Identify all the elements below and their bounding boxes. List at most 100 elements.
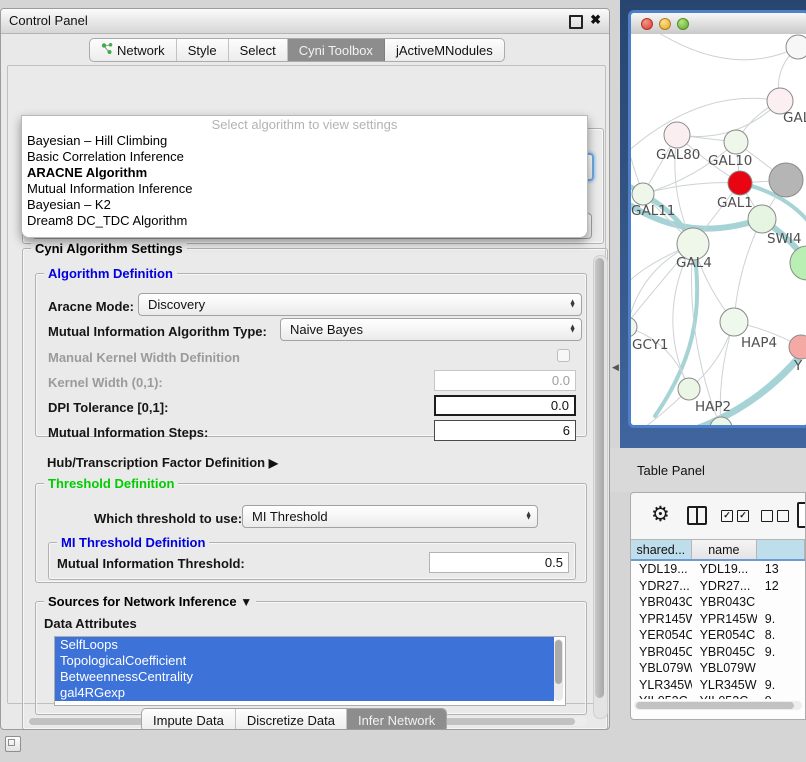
combo-arrows-icon: ▲▼ — [569, 300, 576, 309]
network-node-hap2[interactable] — [678, 378, 700, 400]
mi-steps-field[interactable]: 6 — [434, 420, 576, 441]
column-header[interactable] — [757, 540, 805, 559]
network-edge[interactable] — [677, 101, 780, 136]
network-node-y[interactable] — [789, 335, 806, 359]
dropdown-item[interactable]: ARACNE Algorithm — [22, 165, 587, 181]
dpi-tolerance-field[interactable]: 0.0 — [434, 395, 576, 416]
float-window-icon[interactable] — [569, 15, 583, 29]
aracne-mode-combo[interactable]: Discovery ▲▼ — [138, 293, 582, 316]
network-view-window[interactable]: GALGAL80GAL10GAL1GAL11SWI4GAL4GCY1HAP4YH… — [628, 10, 806, 428]
table-row[interactable]: YDR27...YDR27...12 — [631, 578, 805, 595]
table-cell — [757, 594, 805, 611]
network-window-titlebar[interactable] — [631, 13, 806, 35]
column-header[interactable]: name — [692, 540, 757, 559]
checked-box-icon[interactable]: ✓ — [737, 510, 749, 522]
network-edge[interactable] — [651, 34, 798, 60]
bottom-tab-label: Impute Data — [153, 713, 224, 728]
table-cell: YBR043C — [631, 594, 692, 611]
tab-jactivemnodules[interactable]: jActiveMNodules — [385, 39, 504, 61]
table-row[interactable]: YBL079WYBL079W — [631, 660, 805, 677]
tab-cyni-toolbox[interactable]: Cyni Toolbox — [288, 39, 385, 61]
network-edge[interactable] — [631, 98, 780, 154]
dropdown-item[interactable]: Mutual Information Inference — [22, 181, 587, 197]
attribute-list-item[interactable]: SelfLoops — [55, 637, 554, 653]
table-row[interactable]: YLR345WYLR345W9. — [631, 677, 805, 694]
table-cell: YLR345W — [692, 677, 757, 694]
mi-type-combo[interactable]: Naive Bayes ▲▼ — [280, 318, 582, 341]
checked-box-icon[interactable]: ✓ — [721, 510, 733, 522]
network-edge[interactable] — [643, 183, 740, 194]
dropdown-item[interactable]: Bayesian – K2 — [22, 197, 587, 213]
dropdown-item[interactable]: Dream8 DC_TDC Algorithm — [22, 213, 587, 229]
tab-select[interactable]: Select — [229, 39, 288, 61]
settings-group-title: Cyni Algorithm Settings — [31, 241, 187, 256]
network-node-gal11[interactable] — [632, 183, 654, 205]
node-label: GAL1 — [717, 195, 753, 211]
network-node-gal10[interactable] — [724, 130, 748, 154]
gear-icon[interactable]: ⚙ — [651, 505, 670, 525]
network-edge[interactable] — [734, 219, 762, 322]
which-threshold-combo[interactable]: MI Threshold ▲▼ — [242, 505, 538, 528]
network-node-gal1[interactable] — [728, 171, 752, 195]
dpi-tolerance-label: DPI Tolerance [0,1]: — [48, 400, 168, 415]
mi-threshold-group: MI Threshold Definition Mutual Informati… — [48, 542, 576, 580]
network-node-gal80[interactable] — [664, 122, 690, 148]
hub-section-toggle[interactable]: Hub/Transcription Factor Definition ▶ — [47, 455, 278, 470]
bottom-tab-impute-data[interactable]: Impute Data — [142, 709, 236, 730]
zoom-traffic-light-icon[interactable] — [677, 18, 689, 30]
network-node[interactable] — [786, 35, 806, 59]
algorithm-definition-title: Algorithm Definition — [44, 266, 177, 281]
network-node-hap4[interactable] — [720, 308, 748, 336]
table-horizontal-scrollbar[interactable] — [634, 701, 802, 710]
table-row[interactable]: YER054CYER054C8. — [631, 627, 805, 644]
dropdown-item[interactable]: Basic Correlation Inference — [22, 149, 587, 165]
table-cell: YBL079W — [631, 660, 692, 677]
data-attributes-label: Data Attributes — [44, 616, 137, 631]
table-row[interactable]: YPR145WYPR145W9. — [631, 611, 805, 628]
columns-icon[interactable] — [687, 506, 707, 525]
close-traffic-light-icon[interactable] — [641, 18, 653, 30]
attribute-list-item[interactable]: TopologicalCoefficient — [55, 653, 554, 669]
attribute-list-item[interactable]: gal4RGexp — [55, 685, 554, 701]
minimize-traffic-light-icon[interactable] — [659, 18, 671, 30]
sources-group: Sources for Network Inference ▼ Data Att… — [35, 601, 587, 715]
unchecked-box-icon[interactable] — [777, 510, 789, 522]
control-panel-titlebar[interactable]: Control Panel ✖ — [1, 9, 609, 34]
list-scrollbar[interactable] — [554, 639, 563, 701]
data-attributes-list[interactable]: SelfLoopsTopologicalCoefficientBetweenne… — [54, 636, 566, 706]
unchecked-box-icon[interactable] — [761, 510, 773, 522]
column-header[interactable]: shared... — [631, 540, 692, 559]
restore-panel-icon[interactable] — [5, 736, 21, 752]
kernel-width-field[interactable]: 0.0 — [434, 370, 576, 391]
settings-vertical-scrollbar[interactable] — [593, 255, 608, 719]
tab-label: Network — [117, 43, 165, 58]
split-collapse-icon[interactable]: ◀ — [612, 362, 619, 373]
table-row[interactable]: YIL052CYIL052C9. — [631, 693, 805, 699]
attribute-list-item[interactable]: BetweennessCentrality — [55, 669, 554, 685]
network-canvas[interactable]: GALGAL80GAL10GAL1GAL11SWI4GAL4GCY1HAP4YH… — [631, 34, 806, 425]
sources-group-title[interactable]: Sources for Network Inference ▼ — [44, 594, 256, 609]
mi-threshold-field[interactable]: 0.5 — [429, 552, 569, 573]
table-row[interactable]: YBR043CYBR043C — [631, 594, 805, 611]
bottom-tab-label: Discretize Data — [247, 713, 335, 728]
close-icon[interactable]: ✖ — [590, 12, 601, 28]
network-icon — [101, 42, 113, 58]
document-icon[interactable] — [797, 502, 806, 528]
kernel-width-label: Kernel Width (0,1): — [48, 375, 163, 390]
table-cell: YIL052C — [692, 693, 757, 699]
expanded-arrow-icon: ▼ — [240, 595, 252, 609]
manual-kernel-checkbox[interactable] — [557, 349, 570, 362]
network-node-gcy1[interactable] — [631, 317, 637, 337]
bottom-tab-bar: Impute Data Discretize Data Infer Network — [141, 708, 447, 730]
tab-style[interactable]: Style — [177, 39, 229, 61]
tab-network[interactable]: Network — [90, 39, 177, 61]
dropdown-item[interactable]: Bayesian – Hill Climbing — [22, 133, 587, 149]
network-node-swi4[interactable] — [748, 205, 776, 233]
network-node[interactable] — [769, 163, 803, 197]
network-node[interactable] — [790, 246, 806, 280]
table-row[interactable]: YBR045CYBR045C9. — [631, 644, 805, 661]
node-label: HAP2 — [695, 399, 731, 415]
bottom-tab-discretize-data[interactable]: Discretize Data — [236, 709, 347, 730]
table-row[interactable]: YDL19...YDL19...13 — [631, 561, 805, 578]
bottom-tab-infer-network[interactable]: Infer Network — [347, 709, 446, 730]
